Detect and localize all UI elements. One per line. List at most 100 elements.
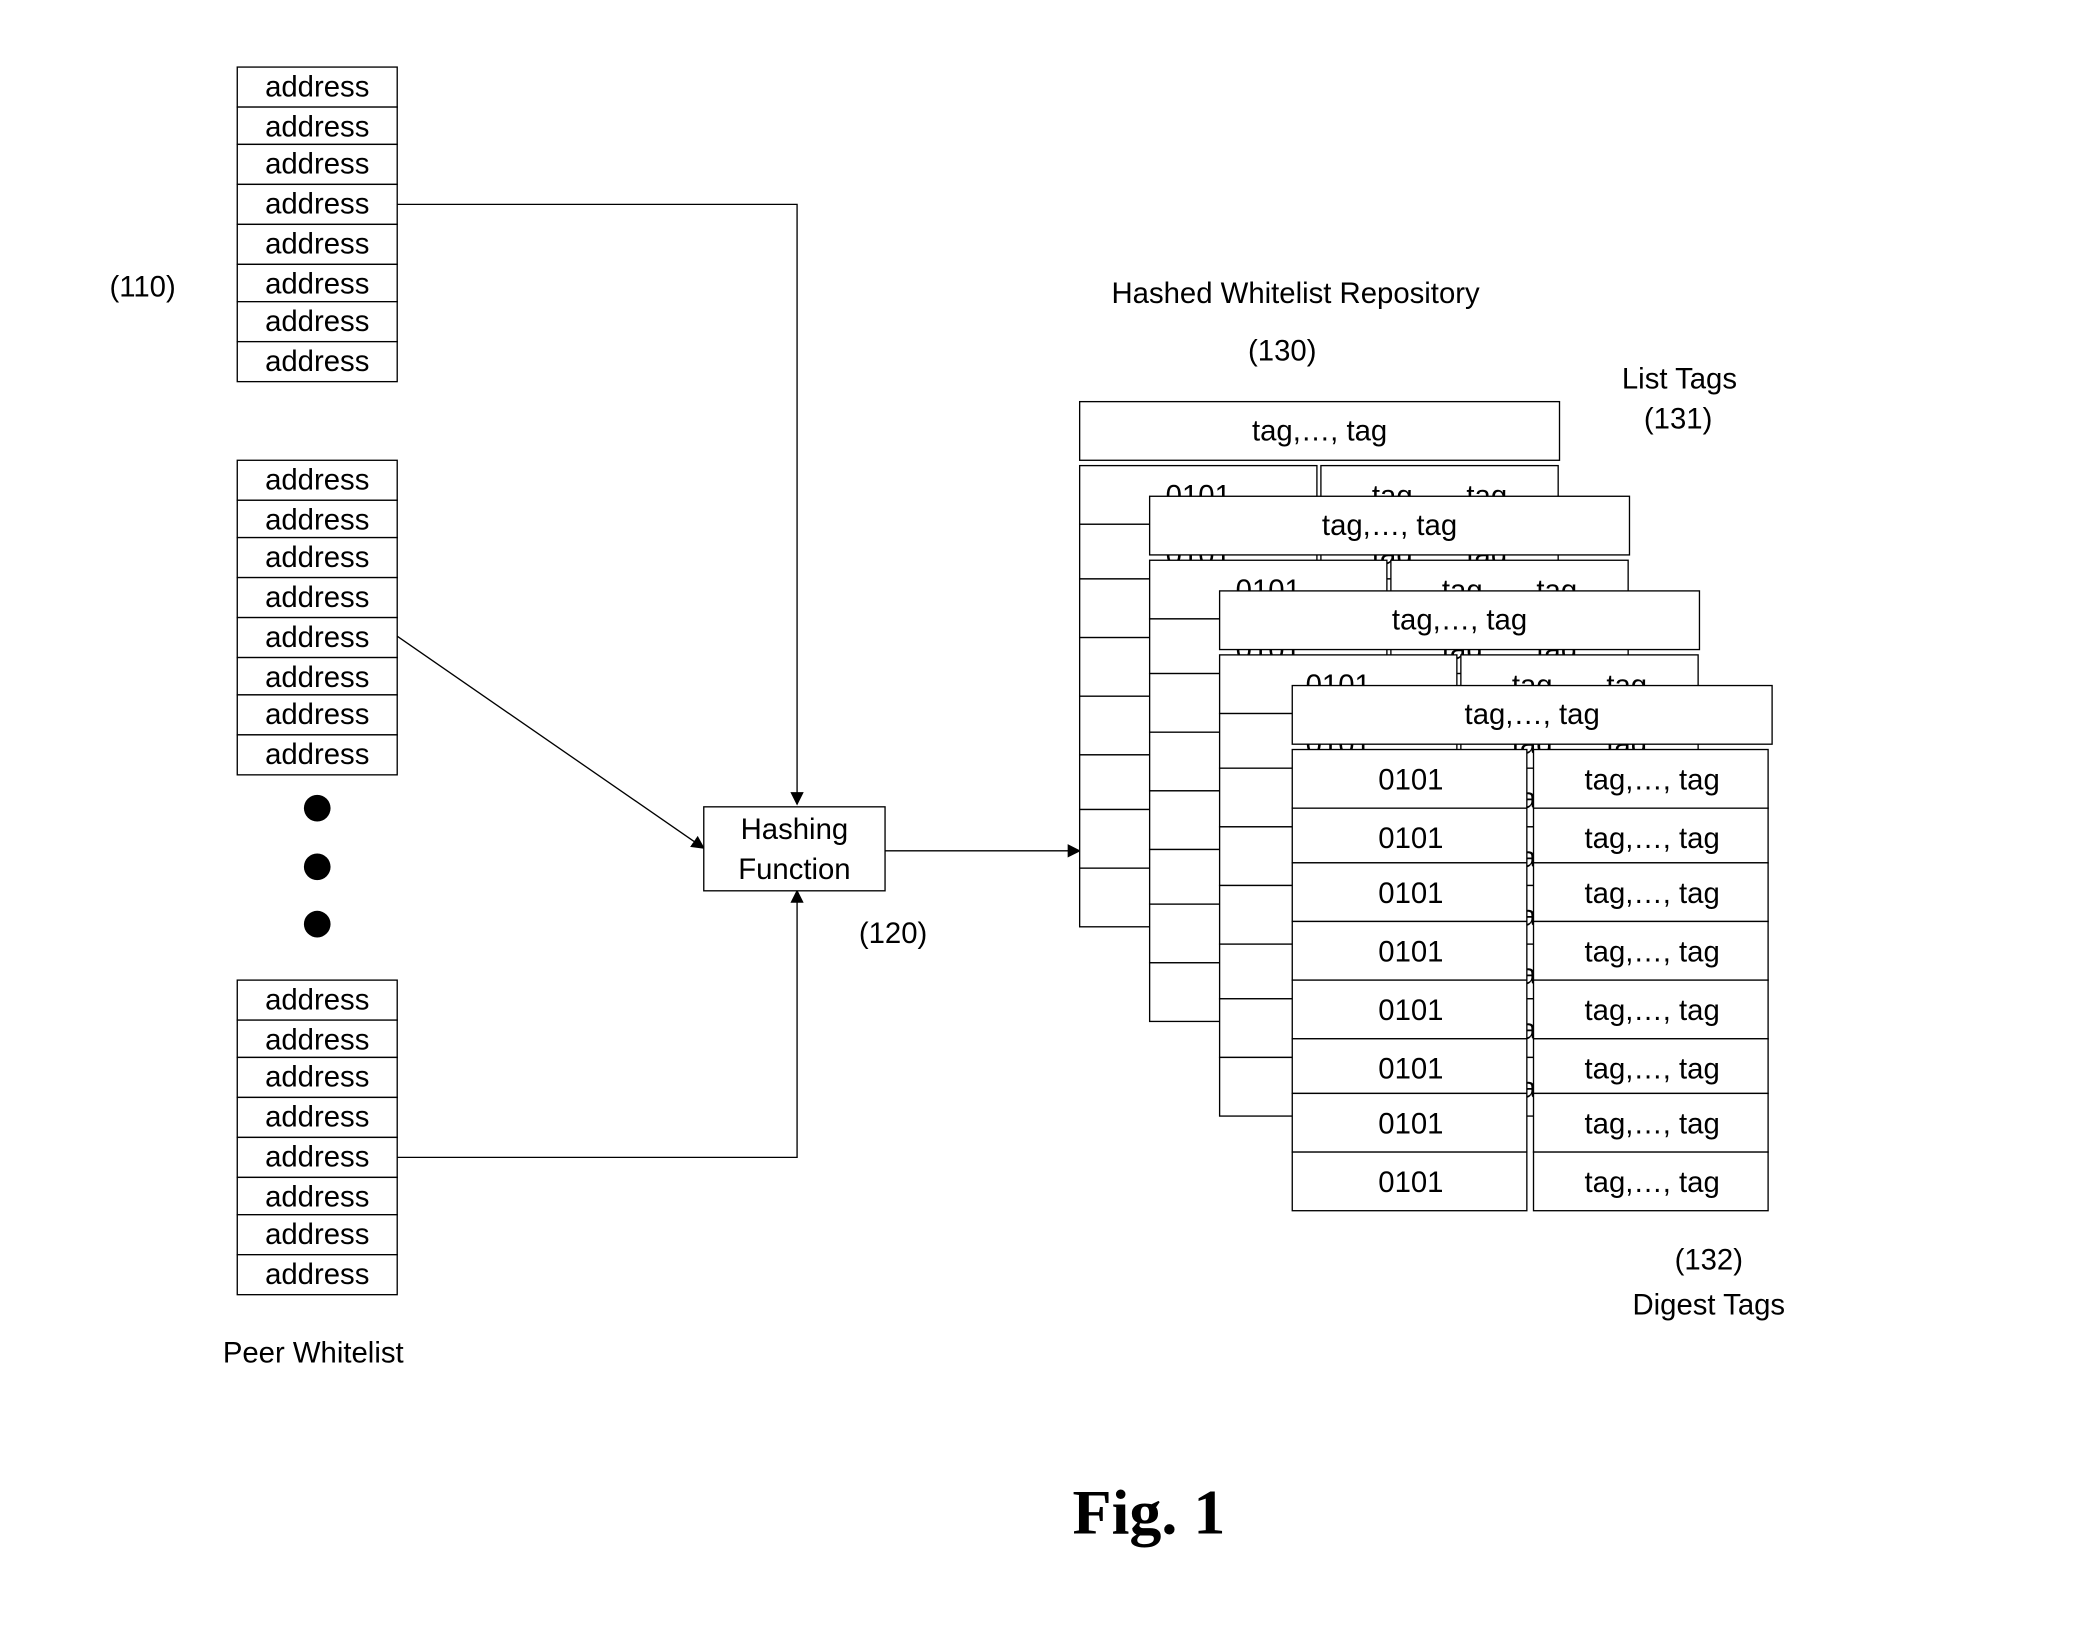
digest-tags-value: tag,…, tag — [1585, 1107, 1720, 1140]
digest-value: 0101 — [1378, 1053, 1443, 1086]
digest-value: 0101 — [1378, 1107, 1443, 1140]
whitelist-address-cell: address — [236, 616, 398, 659]
address-text: address — [265, 1061, 369, 1094]
whitelist-address-cell: address — [236, 979, 398, 1021]
address-text: address — [265, 738, 369, 771]
address-text: address — [265, 1023, 369, 1056]
digest-value: 0101 — [1378, 822, 1443, 855]
whitelist-address-cell: address — [236, 340, 398, 383]
address-text: address — [265, 698, 369, 731]
address-text: address — [265, 345, 369, 378]
digest-value: 0101 — [1378, 1166, 1443, 1199]
digest-tags-value: tag,…, tag — [1585, 935, 1720, 968]
whitelist-address-cell: address — [236, 536, 398, 579]
repository-layers: 0101 tag,…, tag 0101 tag,…, tag 0101 tag,…, t… — [1078, 400, 1773, 1212]
digest-tags-value: tag,…, tag — [1585, 877, 1720, 910]
list-tags-header: tag,…, tag — [1291, 684, 1773, 745]
digest-tags-value: tag,…, tag — [1585, 1053, 1720, 1086]
whitelist-table: address address address address address addre… — [236, 66, 398, 383]
digest-value: 0101 — [1378, 994, 1443, 1027]
hashing-function-label-line1: Hashing — [741, 813, 849, 846]
list-tags-label: List Tags — [1622, 362, 1737, 395]
list-tags-header: tag,…, tag — [1148, 495, 1631, 556]
address-text: address — [265, 188, 369, 221]
address-text: address — [265, 1218, 369, 1251]
digest-tags-value: tag,…, tag — [1585, 994, 1720, 1027]
peer-whitelists: address address address address address addre… — [236, 66, 398, 1296]
hashing-function-label-line2: Function — [738, 853, 850, 886]
address-text: address — [265, 110, 369, 143]
hashing-function-ref-120: (120) — [859, 917, 927, 950]
whitelist-address-cell: address — [236, 1019, 398, 1059]
address-text: address — [265, 504, 369, 537]
arrow-list2-to-hash — [396, 635, 705, 849]
address-text: address — [265, 1181, 369, 1214]
address-text: address — [265, 1101, 369, 1134]
whitelist-address-cell: address — [236, 694, 398, 736]
whitelist-address-cell: address — [236, 106, 398, 146]
digest-value: 0101 — [1378, 935, 1443, 968]
list-tags-ref-131: (131) — [1644, 402, 1712, 435]
whitelist-address-cell: address — [236, 183, 398, 226]
whitelist-address-cell: address — [236, 1056, 398, 1099]
repository-title: Hashed Whitelist Repository — [1111, 277, 1480, 310]
whitelist-address-cell: address — [236, 1176, 398, 1216]
whitelist-address-cell: address — [236, 143, 398, 186]
whitelist-address-cell: address — [236, 499, 398, 539]
digest-value: 0101 — [1378, 877, 1443, 910]
whitelist-address-cell: address — [236, 263, 398, 303]
peer-whitelist-label: Peer Whitelist — [223, 1337, 404, 1370]
whitelist-address-cell: address — [236, 1254, 398, 1296]
connectors — [396, 203, 1081, 1159]
address-text: address — [265, 1141, 369, 1174]
address-text: address — [265, 70, 369, 103]
whitelist-address-cell: address — [236, 656, 398, 696]
address-text: address — [265, 1258, 369, 1291]
address-text: address — [265, 541, 369, 574]
whitelist-address-cell: address — [236, 223, 398, 266]
address-text: address — [265, 268, 369, 301]
whitelist-address-cell: address — [236, 66, 398, 108]
ellipsis-dot — [303, 853, 331, 881]
hashing-function-box: Hashing Function — [703, 806, 886, 892]
digest-tags-ref-132: (132) — [1675, 1243, 1743, 1276]
address-text: address — [265, 228, 369, 261]
repository-row: 0101 tag,…, tag — [1291, 1151, 1769, 1212]
digest-tags-value: tag,…, tag — [1585, 822, 1720, 855]
hashed-whitelist-diagram: address address address address address addre… — [109, 66, 1785, 1547]
address-text: address — [265, 581, 369, 614]
digest-tags-label: Digest Tags — [1632, 1289, 1785, 1322]
whitelist-address-cell: address — [236, 1136, 398, 1179]
digest-value: 0101 — [1378, 764, 1443, 797]
address-text: address — [265, 305, 369, 338]
list-tags-header: tag,…, tag — [1078, 400, 1561, 461]
whitelist-ref-110: (110) — [109, 270, 175, 303]
address-text: address — [265, 661, 369, 694]
address-text: address — [265, 983, 369, 1016]
whitelist-address-cell: address — [236, 1214, 398, 1256]
arrow-list1-to-hash — [397, 203, 804, 806]
ellipsis-dot — [303, 794, 331, 822]
repository-ref-130: (130) — [1248, 334, 1316, 367]
figure-label: Fig. 1 — [1073, 1476, 1226, 1547]
arrow-list3-to-hash — [397, 889, 804, 1159]
list-tags-text: tag,…, tag — [1252, 414, 1387, 447]
digest-tags-value: tag,…, tag — [1585, 1166, 1720, 1199]
address-text: address — [265, 621, 369, 654]
whitelist-table: address address address address address addre… — [236, 979, 398, 1296]
list-tags-text: tag,…, tag — [1465, 698, 1600, 731]
whitelist-table: address address address address address addre… — [236, 459, 398, 776]
address-text: address — [265, 148, 369, 181]
whitelist-address-cell: address — [236, 576, 398, 619]
whitelist-address-cell: address — [236, 300, 398, 343]
digest-tags-value: tag,…, tag — [1585, 764, 1720, 797]
whitelist-address-cell: address — [236, 1096, 398, 1139]
ellipsis-dot — [303, 910, 331, 938]
whitelist-address-cell: address — [236, 734, 398, 776]
list-tags-header: tag,…, tag — [1218, 590, 1701, 651]
list-tags-text: tag,…, tag — [1392, 604, 1527, 637]
ellipsis-dots — [303, 794, 331, 938]
whitelist-address-cell: address — [236, 459, 398, 501]
list-tags-text: tag,…, tag — [1322, 509, 1457, 542]
address-text: address — [265, 464, 369, 497]
